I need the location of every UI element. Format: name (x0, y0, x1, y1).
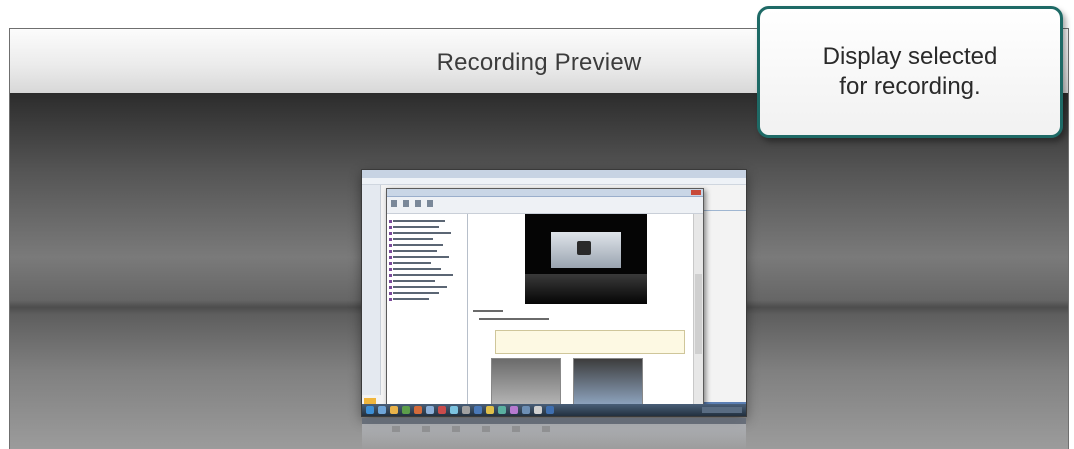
print-icon (427, 200, 433, 207)
taskbar-app-icon (414, 406, 422, 414)
toc-row (393, 298, 429, 300)
toc-row (393, 268, 441, 270)
toc-row (393, 292, 439, 294)
background-app-menu-bar (362, 178, 746, 185)
book-icon (389, 262, 392, 265)
reflection-item (452, 426, 460, 432)
taskbar-app-icon (498, 406, 506, 414)
taskbar-app-icon (522, 406, 530, 414)
help-contents-pane (387, 214, 468, 407)
toc-row (393, 280, 435, 282)
taskbar-app-icon (426, 406, 434, 414)
topic-step-line (479, 318, 549, 320)
taskbar-app-icon (462, 406, 470, 414)
taskbar-app-icon (534, 406, 542, 414)
video-thumbnail (525, 214, 647, 304)
book-icon (389, 226, 392, 229)
callout-text: Display selected for recording. (822, 43, 998, 100)
book-icon (389, 220, 392, 223)
taskbar-app-icon (438, 406, 446, 414)
system-tray (702, 407, 742, 413)
taskbar-app-icon (402, 406, 410, 414)
help-window-title-bar (387, 189, 703, 197)
background-app-title-bar (362, 170, 746, 178)
reflection-item (542, 426, 550, 432)
topic-heading-line (473, 310, 503, 312)
toc-row (393, 238, 433, 240)
book-icon (389, 244, 392, 247)
book-icon (389, 256, 392, 259)
book-icon (389, 286, 392, 289)
reflection-item (482, 426, 490, 432)
mini-screenshot-right (573, 358, 643, 406)
taskbar-app-icon (450, 406, 458, 414)
toc-row (393, 256, 449, 258)
reflection-item (422, 426, 430, 432)
book-icon (389, 274, 392, 277)
help-scrollbar (693, 214, 703, 407)
display-thumbnail-reflection (362, 418, 746, 449)
book-icon (389, 268, 392, 271)
display-thumbnail[interactable] (362, 170, 746, 416)
scrollbar-thumb (695, 274, 702, 354)
preview-stage (10, 93, 1068, 449)
toc-row (393, 274, 453, 276)
taskbar-app-icon (546, 406, 554, 414)
background-app-divider (702, 210, 746, 211)
toc-row (393, 226, 439, 228)
start-icon (366, 406, 374, 414)
play-icon (577, 241, 591, 255)
help-window-toolbar (387, 197, 703, 214)
toc-row (393, 250, 437, 252)
windows-taskbar (362, 404, 746, 416)
taskbar-app-icon (390, 406, 398, 414)
book-icon (389, 280, 392, 283)
display-selected-callout: Display selected for recording. (757, 6, 1063, 138)
mini-screenshot-left (491, 358, 561, 406)
toc-row (393, 220, 445, 222)
toc-row (393, 232, 451, 234)
taskbar-app-icon (486, 406, 494, 414)
book-icon (389, 238, 392, 241)
reflection-item (512, 426, 520, 432)
book-icon (389, 298, 392, 301)
reflection-item (392, 426, 400, 432)
toc-row (393, 286, 447, 288)
book-icon (389, 250, 392, 253)
hide-icon (391, 200, 397, 207)
taskbar-app-icon (510, 406, 518, 414)
topic-note-box (495, 330, 685, 354)
toc-row (393, 244, 443, 246)
background-app-sidebar (362, 185, 381, 395)
help-topic-pane (469, 214, 693, 407)
forward-icon (415, 200, 421, 207)
help-window-thumbnail (386, 188, 704, 408)
book-icon (389, 232, 392, 235)
taskbar-app-icon (378, 406, 386, 414)
reflection-taskbar (362, 418, 746, 424)
taskbar-app-icon (474, 406, 482, 414)
toc-row (393, 262, 431, 264)
book-icon (389, 292, 392, 295)
back-icon (403, 200, 409, 207)
video-reflection (525, 274, 647, 304)
close-icon (691, 190, 701, 195)
